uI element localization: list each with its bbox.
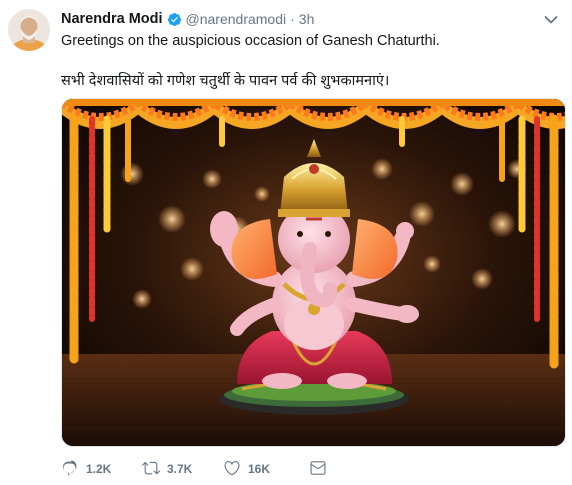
tweet-text-english: Greetings on the auspicious occasion of … <box>61 33 440 49</box>
retweet-icon <box>142 459 160 480</box>
avatar[interactable] <box>8 9 50 51</box>
ganesh-illustration <box>62 99 565 446</box>
retweet-count: 3.7K <box>167 462 193 476</box>
retweet-button[interactable]: 3.7K <box>142 459 223 480</box>
author-handle[interactable]: @narendramodi <box>186 11 287 27</box>
tweet-card[interactable]: Narendra Modi @narendramodi · 3h Greetin… <box>0 0 572 485</box>
envelope-icon <box>309 459 327 480</box>
author-name[interactable]: Narendra Modi <box>61 11 163 27</box>
direct-message-button[interactable] <box>309 459 329 480</box>
verified-badge-icon <box>167 12 182 27</box>
separator-dot: · <box>290 11 295 27</box>
chevron-down-icon[interactable] <box>544 12 558 24</box>
avatar-image <box>8 9 50 51</box>
like-button[interactable]: 16K <box>223 459 309 480</box>
tweet-timestamp[interactable]: 3h <box>299 11 315 27</box>
reply-count: 1.2K <box>86 462 112 476</box>
like-count: 16K <box>248 462 271 476</box>
tweet-text-hindi: सभी देशवासियों को गणेश चतुर्थी के पावन प… <box>61 73 390 89</box>
tweet-actions: 1.2K 3.7K 16K <box>61 459 329 479</box>
heart-icon <box>223 459 241 480</box>
tweet-image[interactable] <box>61 98 566 447</box>
reply-icon <box>61 459 79 480</box>
tweet-header: Narendra Modi @narendramodi · 3h <box>61 10 314 28</box>
reply-button[interactable]: 1.2K <box>61 459 142 480</box>
